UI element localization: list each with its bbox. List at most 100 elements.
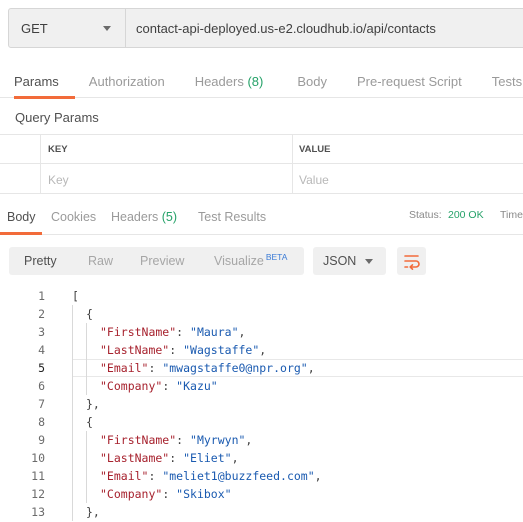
code-line: 1[: [0, 287, 523, 305]
active-tab-indicator: [0, 232, 42, 235]
code-line: 6 "Company": "Kazu": [0, 377, 523, 395]
code-text: "Company": "Skibox": [100, 485, 232, 503]
tab-label: Body: [297, 74, 327, 89]
json-key: "Email": [100, 361, 149, 375]
view-visualize-button[interactable]: Visualize BETA: [214, 252, 288, 268]
json-key: "FirstName": [100, 433, 177, 447]
status-badge: 200 OK: [448, 209, 484, 221]
json-colon: :: [148, 361, 163, 375]
code-text: "Company": "Kazu": [100, 377, 218, 395]
tab-label: Authorization: [88, 74, 165, 89]
code-line: 12 "Company": "Skibox": [0, 485, 523, 503]
code-line: 2{: [0, 305, 523, 323]
indent-guide: [86, 431, 87, 503]
method-label: GET: [21, 20, 48, 36]
tab-pre-request-script[interactable]: Pre-request Script: [357, 64, 462, 98]
indent-guide: [72, 305, 73, 521]
line-number: 1: [38, 289, 45, 303]
status-label: Status:: [409, 209, 442, 221]
params-table: KEY VALUE Key Value: [0, 134, 523, 194]
json-colon: :: [169, 451, 184, 465]
code-line: 9 "FirstName": "Myrwyn",: [0, 431, 523, 449]
view-preview-button[interactable]: Preview: [140, 254, 184, 268]
json-string-value: "Wagstaffe": [183, 343, 260, 357]
line-number: 9: [38, 433, 45, 447]
json-colon: :: [148, 469, 163, 483]
line-number: 13: [31, 505, 45, 519]
json-colon: :: [176, 325, 191, 339]
beta-badge: BETA: [265, 252, 288, 262]
tab-label: Body: [7, 210, 36, 224]
line-number: 2: [38, 307, 45, 321]
response-tab-cookies[interactable]: Cookies: [51, 210, 96, 224]
code-text: "Email": "mwagstaffe0@npr.org",: [100, 359, 315, 377]
indent-guide: [86, 323, 87, 395]
code-text: "LastName": "Wagstaffe",: [100, 341, 266, 359]
divider: [292, 135, 293, 194]
code-line: 10 "LastName": "Eliet",: [0, 449, 523, 467]
tab-body[interactable]: Body: [297, 64, 327, 98]
line-number: 8: [38, 415, 45, 429]
json-key: "Company": [100, 379, 163, 393]
code-text: {: [86, 415, 93, 429]
tab-count: (8): [247, 74, 264, 89]
method-select[interactable]: GET: [8, 8, 126, 48]
time-label: Time: [500, 209, 523, 221]
json-punctuation: ,: [238, 325, 246, 339]
visualize-label: Visualize: [214, 254, 264, 268]
request-tabs: Params Authorization Headers (8) Body Pr…: [0, 64, 523, 99]
tab-label: Tests: [491, 74, 523, 89]
view-raw-button[interactable]: Raw: [88, 254, 113, 268]
param-key-input[interactable]: Key: [48, 173, 69, 187]
line-number: 6: [38, 379, 45, 393]
response-tab-body[interactable]: Body: [7, 210, 36, 224]
json-key: "LastName": [100, 451, 170, 465]
json-colon: :: [176, 433, 191, 447]
response-tab-test-results[interactable]: Test Results: [198, 210, 266, 224]
request-bar: GET contact-api-deployed.us-e2.cloudhub.…: [8, 8, 523, 48]
line-number: 4: [38, 343, 45, 357]
view-pretty-button[interactable]: Pretty: [24, 254, 57, 268]
wrap-lines-icon: [404, 255, 420, 270]
code-text: "LastName": "Eliet",: [100, 449, 239, 467]
tab-label: Headers: [111, 210, 159, 224]
json-string-value: "Myrwyn": [190, 433, 246, 447]
json-string-value: "Maura": [190, 325, 239, 339]
code-line: 13},: [0, 503, 523, 521]
tab-headers[interactable]: Headers (8): [195, 64, 264, 98]
json-key: "Company": [100, 487, 163, 501]
format-select[interactable]: JSON: [313, 247, 386, 275]
code-text: "FirstName": "Maura",: [100, 323, 245, 341]
tab-tests[interactable]: Tests: [492, 64, 522, 98]
url-input[interactable]: contact-api-deployed.us-e2.cloudhub.io/a…: [126, 8, 523, 48]
wrap-lines-button[interactable]: [397, 247, 426, 275]
tab-authorization[interactable]: Authorization: [89, 64, 165, 98]
code-line: 4 "LastName": "Wagstaffe",: [0, 341, 523, 359]
response-body-editor[interactable]: 1[2{3 "FirstName": "Maura", 4 "LastName": "…: [0, 284, 523, 522]
json-string-value: "mwagstaffe0@npr.org": [162, 361, 308, 375]
line-number: 5: [38, 361, 45, 375]
json-colon: :: [162, 379, 177, 393]
key-column-header: KEY: [48, 144, 68, 155]
param-value-input[interactable]: Value: [299, 173, 329, 187]
tab-params[interactable]: Params: [14, 64, 75, 99]
json-punctuation: ,: [231, 451, 239, 465]
code-line: 11 "Email": "meliet1@buzzfeed.com",: [0, 467, 523, 485]
divider: [40, 135, 41, 194]
tab-label: Params: [14, 74, 59, 89]
tab-label: Test Results: [198, 210, 267, 224]
line-number: 12: [31, 487, 45, 501]
json-punctuation: ,: [259, 343, 267, 357]
code-text: "Email": "meliet1@buzzfeed.com",: [100, 467, 322, 485]
json-key: "LastName": [100, 343, 170, 357]
tab-label: Headers: [194, 74, 244, 89]
json-string-value: "Eliet": [183, 451, 232, 465]
code-text: "FirstName": "Myrwyn",: [100, 431, 252, 449]
json-punctuation: ,: [307, 361, 315, 375]
params-header-row: [0, 135, 523, 164]
response-tab-headers[interactable]: Headers (5): [111, 210, 177, 224]
chevron-down-icon: [365, 259, 373, 264]
tab-label: Cookies: [51, 210, 97, 224]
json-key: "Email": [100, 469, 149, 483]
json-string-value: "Kazu": [176, 379, 218, 393]
